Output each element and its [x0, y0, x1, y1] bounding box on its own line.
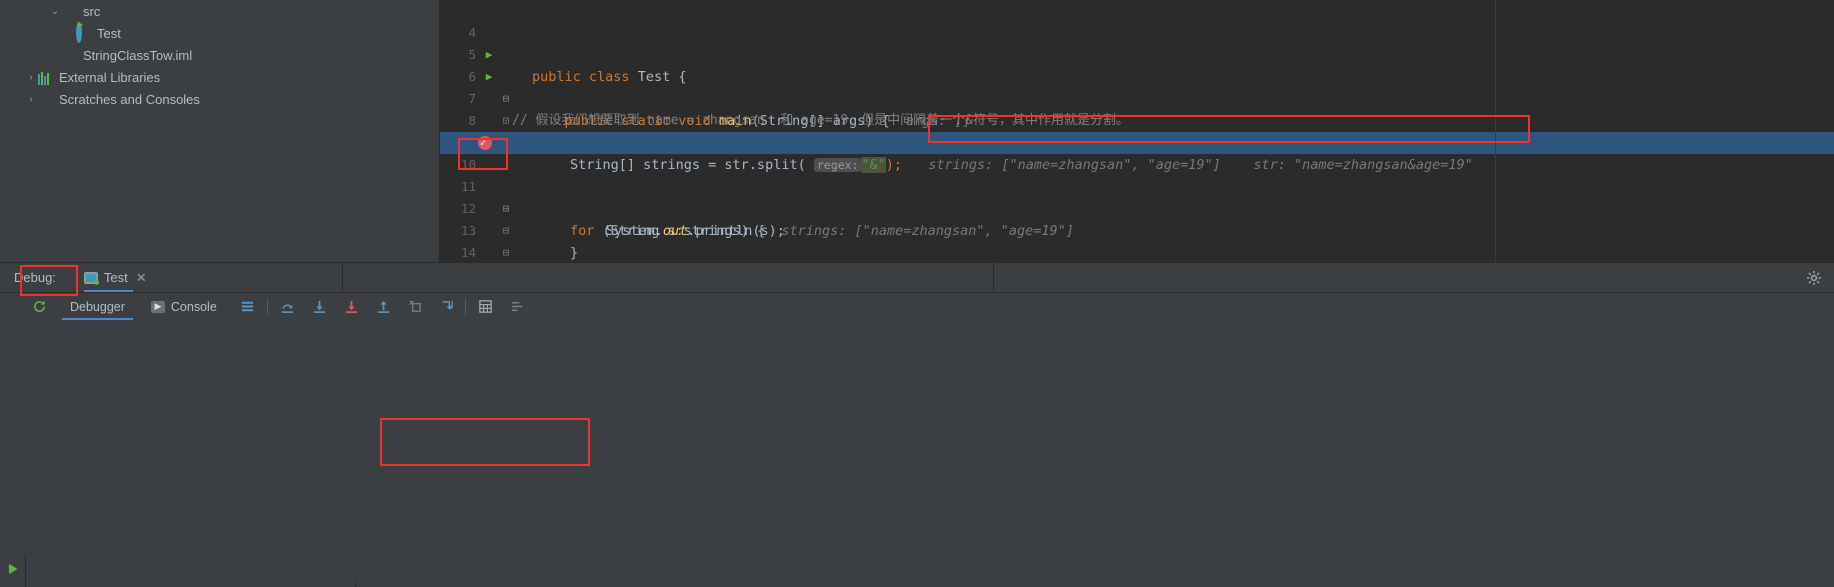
- mute-breakpoints-icon[interactable]: [509, 298, 527, 316]
- java-class-icon: [76, 22, 93, 43]
- tree-item-test[interactable]: Test: [0, 22, 439, 44]
- code-line-7[interactable]: 7 ⊡ // 方便我们拿到数据，因为我们可以使用 split 方法 去处理分割，…: [440, 66, 1834, 150]
- line-number: 14: [460, 245, 476, 260]
- libraries-icon: [38, 69, 55, 85]
- scratches-icon: [38, 91, 55, 107]
- tree-item-label: Test: [97, 25, 121, 41]
- project-tree-pane: ⌄ src Test StringClassTow.iml › External…: [0, 0, 440, 262]
- iml-file-icon: [62, 47, 79, 63]
- code-line-4[interactable]: 4 ▶ public class Test {: [440, 0, 1834, 85]
- tab-console[interactable]: ▶ Console: [150, 299, 217, 314]
- tree-item-src[interactable]: ⌄ src: [0, 0, 439, 22]
- tab-label: Debugger: [70, 299, 125, 314]
- force-step-into-icon[interactable]: [343, 298, 361, 316]
- step-into-icon[interactable]: [311, 298, 329, 316]
- tree-item-label: StringClassTow.iml: [83, 47, 193, 63]
- breakpoint-icon[interactable]: [478, 133, 492, 155]
- debug-panes: Frames ✔ "main"@1 ...": RUNNING ↑ ↓ ▼ ▼ …: [26, 582, 1834, 587]
- debug-tool-window: Debug: Test ✕ Debugger ▶ Console: [0, 262, 1834, 587]
- close-icon[interactable]: ✕: [136, 270, 147, 286]
- debug-tabs-bar: Debug: Test ✕: [0, 262, 1834, 293]
- tree-item-iml[interactable]: StringClassTow.iml: [0, 44, 439, 66]
- code-line-11[interactable]: 11 ⊡ System.out.println(s);: [440, 154, 1834, 239]
- resume-small-icon[interactable]: [0, 556, 26, 582]
- debug-side-strip: Structure: [0, 554, 26, 587]
- debugger-toolbar: Debugger ▶ Console: [0, 292, 1834, 320]
- chevron-right-icon[interactable]: ›: [24, 72, 38, 83]
- code-line-13[interactable]: 13 ⊟ }: [440, 198, 1834, 259]
- variables-pane-title: Variables: [356, 582, 1834, 587]
- tabs-divider: [993, 263, 994, 292]
- code-line-9[interactable]: 9 String[] strings = str.split( regex:"&…: [440, 110, 1834, 173]
- tree-item-label: Scratches and Consoles: [59, 91, 200, 107]
- run-configuration-tab-test[interactable]: Test ✕: [83, 263, 147, 293]
- folder-icon: [62, 3, 79, 19]
- code-line-8[interactable]: 8 String str = "name=zhangsan&age=19"; s…: [440, 88, 1834, 151]
- code-line-6[interactable]: 6 ⊟ // 假设我们想要取到 name = zhangsan 和 age=19…: [440, 44, 1834, 128]
- ide-window: ⌄ src Test StringClassTow.iml › External…: [0, 0, 1834, 587]
- tree-item-external-libraries[interactable]: › External Libraries: [0, 66, 439, 88]
- tree-item-label: src: [83, 3, 101, 19]
- code-editor[interactable]: 4 ▶ public class Test { 5 ▶ ⊟ public sta…: [440, 0, 1834, 262]
- code-line-5[interactable]: 5 ▶ ⊟ public static void main(String[] a…: [440, 22, 1834, 129]
- close-brace: }: [570, 245, 579, 261]
- fold-icon[interactable]: ⊟: [500, 242, 512, 262]
- rerun-icon[interactable]: [30, 298, 48, 316]
- chevron-down-icon[interactable]: ⌄: [48, 6, 62, 17]
- tree-item-scratches-and-consoles[interactable]: › Scratches and Consoles: [0, 88, 439, 110]
- frames-pane: Frames ✔ "main"@1 ...": RUNNING ↑ ↓ ▼ ▼ …: [26, 582, 356, 587]
- frames-pane-title: Frames: [26, 582, 355, 587]
- tree-item-label: External Libraries: [59, 69, 161, 85]
- gear-icon[interactable]: [1806, 270, 1822, 286]
- layout-settings-icon[interactable]: [239, 298, 257, 316]
- tabs-divider: [342, 263, 343, 292]
- code-line-14[interactable]: 14: [440, 220, 1834, 260]
- console-icon: ▶: [150, 300, 165, 313]
- chevron-right-icon[interactable]: ›: [24, 94, 38, 105]
- tab-debugger[interactable]: Debugger: [62, 299, 133, 320]
- code-line-12[interactable]: 12 ⊟ }: [440, 176, 1834, 261]
- run-tab-label: Test: [103, 270, 128, 285]
- tab-label: Console: [170, 299, 217, 314]
- evaluate-expression-icon[interactable]: [477, 298, 495, 316]
- toolbar-divider: [266, 298, 268, 315]
- variables-pane: Variables ▾ ＋ － ▴ ▾ ▤ p args = {String[0…: [356, 582, 1834, 587]
- debug-window-label: Debug:: [14, 270, 56, 285]
- drop-frame-icon[interactable]: [407, 298, 425, 316]
- toolbar-divider: [464, 298, 466, 315]
- step-over-icon[interactable]: [279, 298, 297, 316]
- step-out-icon[interactable]: [375, 298, 393, 316]
- code-line-10-current[interactable]: 10 ⊟ for (String s:strings) { strings: […: [440, 132, 1834, 239]
- window-icon: [83, 271, 99, 285]
- run-to-cursor-icon[interactable]: [439, 298, 457, 316]
- editor-right-divider: [1495, 0, 1496, 262]
